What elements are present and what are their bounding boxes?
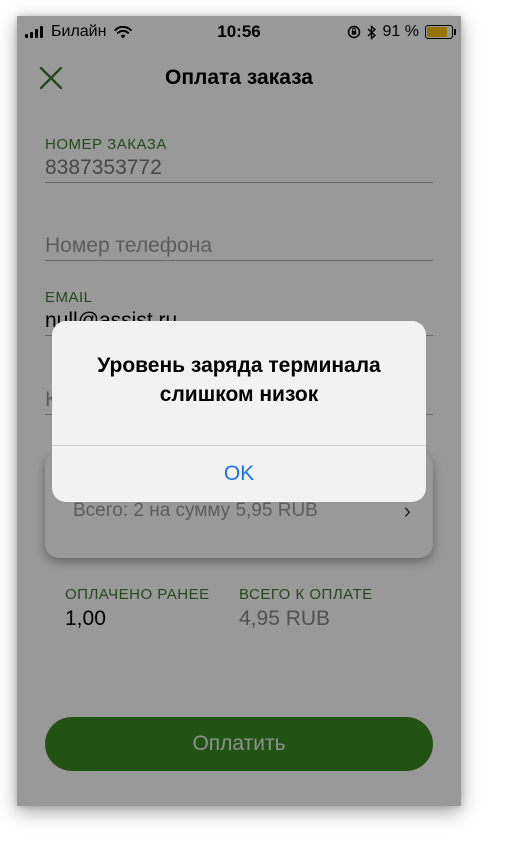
alert-title: Уровень заряда терминала слишком низок (97, 354, 381, 406)
alert-ok-button[interactable]: OK (52, 446, 426, 502)
phone-screen-frame: Билайн 10:56 91 % Оплата заказа НОМЕР ЗА… (17, 16, 461, 806)
alert-dialog: Уровень заряда терминала слишком низок O… (52, 321, 426, 502)
payment-screen: Билайн 10:56 91 % Оплата заказа НОМЕР ЗА… (17, 16, 461, 806)
